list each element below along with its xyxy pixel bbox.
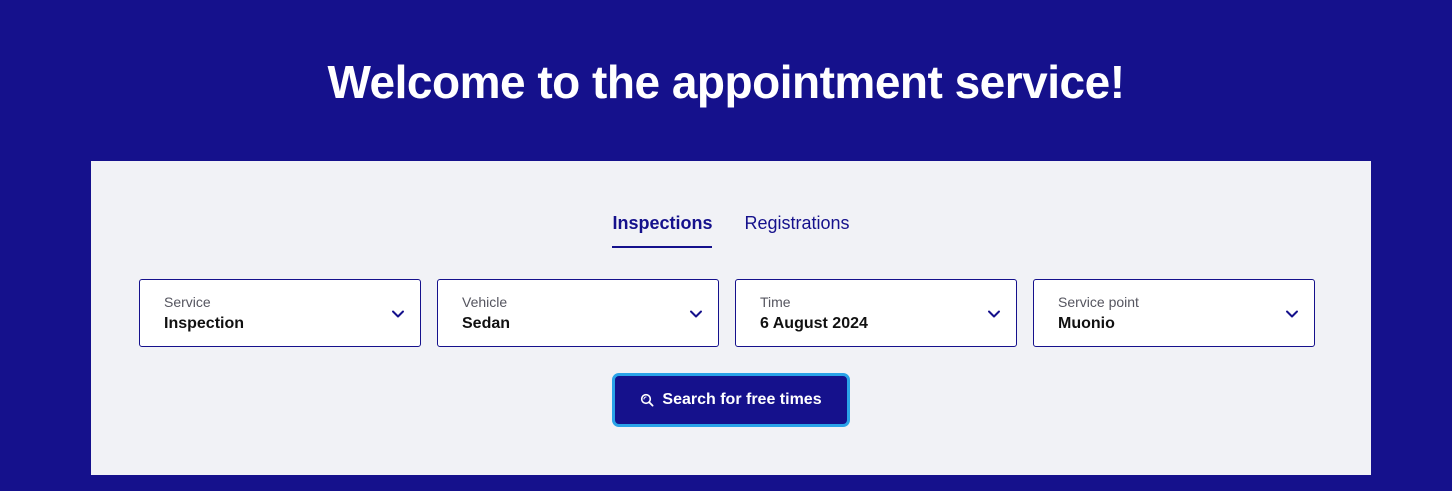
chevron-down-icon [392, 310, 404, 318]
chevron-down-icon [690, 310, 702, 318]
vehicle-select-label: Vehicle [462, 294, 508, 310]
tab-inspections[interactable]: Inspections [612, 211, 713, 248]
time-select-label: Time [760, 294, 791, 310]
vehicle-select[interactable]: Vehicle Sedan [437, 279, 719, 347]
service-select[interactable]: Service Inspection [139, 279, 421, 347]
service-select-value: Inspection [164, 315, 245, 332]
search-button-label: Search for free times [662, 391, 822, 408]
search-icon [641, 393, 654, 407]
chevron-down-icon [988, 310, 1000, 318]
page-title: Welcome to the appointment service! [327, 56, 1125, 108]
chevron-down-icon [1286, 310, 1298, 318]
search-free-times-button[interactable]: Search for free times [612, 373, 850, 427]
service-point-select[interactable]: Service point Muonio [1033, 279, 1315, 347]
filter-fields: Service Inspection Vehicle Sedan Time 6 … [139, 279, 1315, 347]
tab-registrations[interactable]: Registrations [744, 211, 849, 248]
time-select[interactable]: Time 6 August 2024 [735, 279, 1017, 347]
service-select-label: Service [164, 294, 211, 310]
tab-bar: Inspections Registrations [91, 211, 1371, 248]
service-point-select-value: Muonio [1058, 315, 1115, 332]
booking-panel: Inspections Registrations Service Inspec… [91, 161, 1371, 475]
vehicle-select-value: Sedan [462, 315, 511, 332]
service-point-select-label: Service point [1058, 294, 1139, 310]
time-select-value: 6 August 2024 [760, 315, 868, 332]
